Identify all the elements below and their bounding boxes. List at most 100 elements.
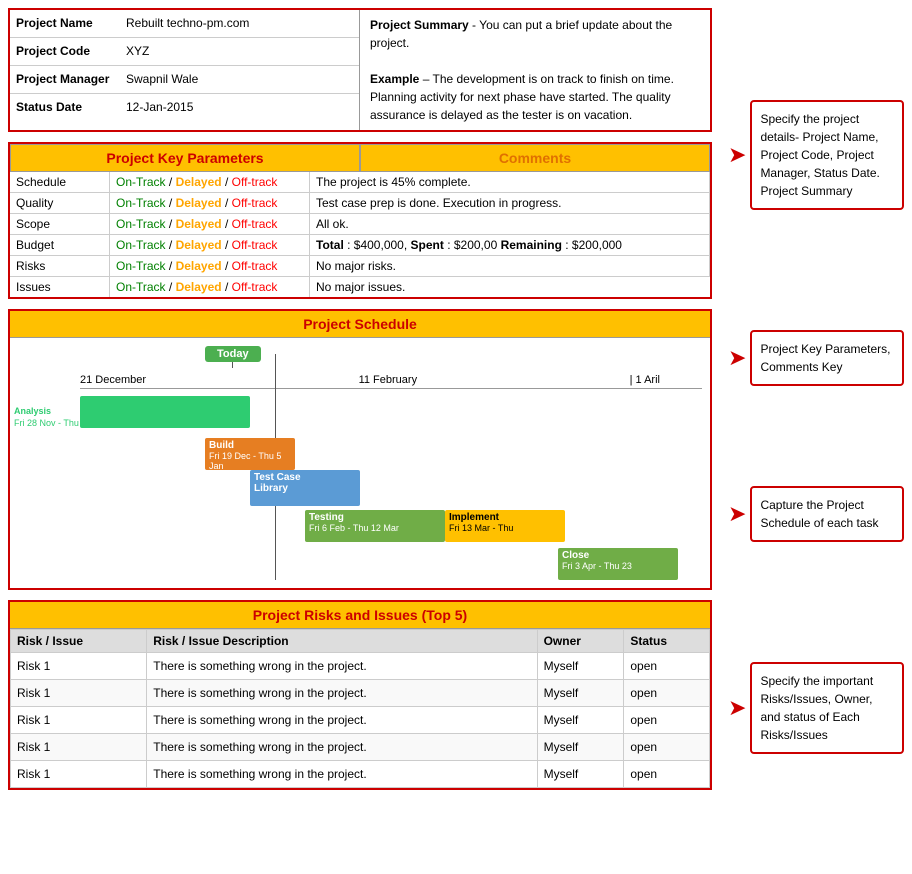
gantt-analysis: [80, 396, 250, 428]
risks-table: Risk / Issue Risk / Issue Description Ow…: [10, 629, 710, 788]
status-date-row: Status Date 12-Jan-2015: [10, 94, 359, 122]
arrow-1: ➤: [728, 142, 746, 168]
right-spacer-4: [728, 570, 904, 650]
gantt-build: Build Fri 19 Dec - Thu 5 Jan: [205, 438, 295, 470]
risks-section: Project Risks and Issues (Top 5) Risk / …: [8, 600, 712, 790]
params-schedule-label: Schedule: [10, 172, 110, 192]
implement-date: Fri 13 Mar - Thu: [449, 523, 561, 533]
callout-4: Specify the important Risks/Issues, Owne…: [750, 662, 904, 754]
risks-row-4: Risk 1There is something wrong in the pr…: [11, 761, 710, 788]
risks-header: Project Risks and Issues (Top 5): [10, 602, 710, 629]
risks-cell-owner-3: Myself: [537, 734, 624, 761]
project-name-value: Rebuilt techno-pm.com: [126, 14, 353, 30]
params-schedule-status: On-Track / Delayed / Off-track: [110, 172, 310, 192]
right-panel: ➤ Specify the project details- Project N…: [720, 0, 912, 808]
gantt-close: Close Fri 3 Apr - Thu 23: [558, 548, 678, 580]
main-container: Project Name Rebuilt techno-pm.com Proje…: [0, 0, 912, 808]
risks-cell-status-4: open: [624, 761, 710, 788]
gantt-implement: Implement Fri 13 Mar - Thu: [445, 510, 565, 542]
today-button: Today: [205, 346, 261, 362]
arrow-2: ➤: [728, 345, 746, 371]
risks-cell-risk-2: Risk 1: [11, 707, 147, 734]
risks-cell-status-3: open: [624, 734, 710, 761]
params-issues-comment: No major issues.: [310, 276, 710, 297]
project-code-value: XYZ: [126, 42, 353, 58]
arrow-3: ➤: [728, 501, 746, 527]
risks-cell-owner-1: Myself: [537, 680, 624, 707]
right-spacer-3: [728, 414, 904, 474]
callout-2-text: Project Key Parameters, Comments Key: [760, 342, 890, 374]
schedule-body: Today 21 December 11 February | 1 Aril A…: [10, 338, 710, 588]
right-spacer-2: [728, 238, 904, 318]
callout-2-container: ➤ Project Key Parameters, Comments Key: [728, 330, 904, 386]
build-date: Fri 19 Dec - Thu 5 Jan: [209, 451, 291, 471]
project-info-left: Project Name Rebuilt techno-pm.com Proje…: [10, 10, 360, 130]
testcase-label2: Library: [254, 483, 356, 494]
callout-1-text: Specify the project details- Project Nam…: [760, 112, 879, 198]
risks-cell-desc-1: There is something wrong in the project.: [147, 680, 537, 707]
risks-cell-risk-4: Risk 1: [11, 761, 147, 788]
risks-row-2: Risk 1There is something wrong in the pr…: [11, 707, 710, 734]
project-manager-row: Project Manager Swapnil Wale: [10, 66, 359, 94]
params-header-row: Project Key Parameters Comments: [10, 144, 710, 172]
schedule-header: Project Schedule: [10, 311, 710, 338]
date-label-3: | 1 Aril: [630, 374, 660, 386]
project-code-row: Project Code XYZ: [10, 38, 359, 66]
risks-cell-desc-2: There is something wrong in the project.: [147, 707, 537, 734]
arrow-4: ➤: [728, 695, 746, 721]
left-panel: Project Name Rebuilt techno-pm.com Proje…: [0, 0, 720, 808]
risks-cell-status-1: open: [624, 680, 710, 707]
callout-3-container: ➤ Capture the Project Schedule of each t…: [728, 486, 904, 542]
col-owner: Owner: [537, 630, 624, 653]
project-info-grid: Project Name Rebuilt techno-pm.com Proje…: [10, 10, 710, 130]
summary-example-label: Example: [370, 72, 419, 86]
gantt-testcase: Test Case Library: [250, 470, 360, 506]
callout-1-container: ➤ Specify the project details- Project N…: [728, 100, 904, 210]
status-date-value: 12-Jan-2015: [126, 98, 353, 114]
params-header-title: Project Key Parameters: [10, 144, 360, 172]
today-marker: Today: [205, 346, 261, 368]
params-budget-status: On-Track / Delayed / Off-track: [110, 234, 310, 255]
callout-1: Specify the project details- Project Nam…: [750, 100, 904, 210]
risks-cell-desc-0: There is something wrong in the project.: [147, 653, 537, 680]
params-quality-label: Quality: [10, 192, 110, 213]
callout-3-text: Capture the Project Schedule of each tas…: [760, 498, 878, 530]
risks-cell-risk-0: Risk 1: [11, 653, 147, 680]
params-scope-status: On-Track / Delayed / Off-track: [110, 213, 310, 234]
params-quality-status: On-Track / Delayed / Off-track: [110, 192, 310, 213]
close-label: Close: [562, 550, 674, 561]
risks-cell-risk-3: Risk 1: [11, 734, 147, 761]
risks-cell-owner-4: Myself: [537, 761, 624, 788]
status-delayed: Delayed: [176, 175, 222, 189]
risks-cell-owner-0: Myself: [537, 653, 624, 680]
callout-4-text: Specify the important Risks/Issues, Owne…: [760, 674, 873, 742]
risks-row-1: Risk 1There is something wrong in the pr…: [11, 680, 710, 707]
status-off-track: Off-track: [232, 175, 278, 189]
testcase-label: Test Case: [254, 472, 356, 483]
risks-cell-risk-1: Risk 1: [11, 680, 147, 707]
gantt-testing: Testing Fri 6 Feb - Thu 12 Mar: [305, 510, 445, 542]
params-risks-comment: No major risks.: [310, 255, 710, 276]
params-body: Schedule On-Track / Delayed / Off-track …: [10, 172, 710, 297]
risks-cell-status-2: open: [624, 707, 710, 734]
right-spacer-1: [728, 8, 904, 88]
params-scope-comment: All ok.: [310, 213, 710, 234]
risks-tbody: Risk 1There is something wrong in the pr…: [11, 653, 710, 788]
project-manager-label: Project Manager: [16, 70, 126, 86]
testing-label: Testing: [309, 512, 441, 523]
project-name-label: Project Name: [16, 14, 126, 30]
date-label-1: 21 December: [80, 374, 146, 386]
params-budget-comment: Total : $400,000, Spent : $200,00 Remain…: [310, 234, 710, 255]
params-quality-comment: Test case prep is done. Execution in pro…: [310, 192, 710, 213]
params-issues-label: Issues: [10, 276, 110, 297]
analysis-ext-label: Analysis: [14, 406, 80, 416]
callout-4-container: ➤ Specify the important Risks/Issues, Ow…: [728, 662, 904, 754]
params-risks-label: Risks: [10, 255, 110, 276]
status-on-track: On-Track: [116, 175, 166, 189]
timeline-line: [80, 388, 702, 389]
close-date: Fri 3 Apr - Thu 23: [562, 561, 674, 571]
params-comments-title: Comments: [360, 144, 710, 172]
risks-row-3: Risk 1There is something wrong in the pr…: [11, 734, 710, 761]
col-desc: Risk / Issue Description: [147, 630, 537, 653]
risks-cell-desc-3: There is something wrong in the project.: [147, 734, 537, 761]
